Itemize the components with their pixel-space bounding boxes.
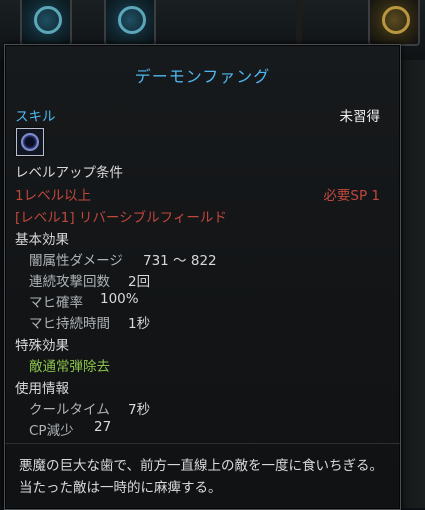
skill-slot-1[interactable] <box>20 0 72 46</box>
effect-label: 闇属性ダメージ <box>29 253 123 269</box>
level-requirement: 1レベル以上 <box>15 188 92 204</box>
usage-value: 27 <box>94 419 112 435</box>
effect-label: マヒ持続時間 <box>29 316 110 332</box>
effect-value: 100% <box>100 291 139 307</box>
skill-slot-2-icon <box>118 6 146 34</box>
dark-orb-icon <box>16 128 44 156</box>
usage-value: 7秒 <box>128 402 151 418</box>
usage-heading: 使用情報 <box>15 381 69 397</box>
effect-label: 連続攻撃回数 <box>29 274 110 290</box>
skill-slot-1-icon <box>34 6 62 34</box>
levelup-heading: レベルアップ条件 <box>15 165 123 181</box>
effect-value: 731 ～ 822 <box>143 253 217 269</box>
skill-slot-3[interactable] <box>368 0 420 46</box>
special-effects-heading: 特殊効果 <box>15 338 69 354</box>
prerequisite-skill: [レベル1] リバーシブルフィールド <box>15 210 227 226</box>
skill-slot-3-icon <box>382 6 410 34</box>
usage-label: CP減少 <box>29 423 74 439</box>
skill-label: スキル <box>15 109 56 125</box>
skill-name: デーモンファング <box>134 67 271 86</box>
learn-status: 未習得 <box>339 109 381 125</box>
usage-label: クールタイム <box>29 402 110 418</box>
effect-label: マヒ確率 <box>29 295 83 311</box>
special-effect: 敵通常弾除去 <box>29 359 110 375</box>
skill-description: 悪魔の巨大な歯で、前方一直線上の敵を一度に食いちぎる。当たった敵は一時的に麻痺す… <box>19 458 383 496</box>
sp-requirement: 必要SP 1 <box>323 188 380 204</box>
basic-effects-heading: 基本効果 <box>15 232 69 248</box>
effect-value: 1秒 <box>128 316 151 332</box>
divider <box>5 443 400 444</box>
effect-value: 2回 <box>128 274 151 290</box>
skill-tooltip: デーモンファング スキル 未習得 レベルアップ条件 1レベル以上 必要SP 1 … <box>4 44 401 510</box>
skill-slot-2[interactable] <box>104 0 156 46</box>
